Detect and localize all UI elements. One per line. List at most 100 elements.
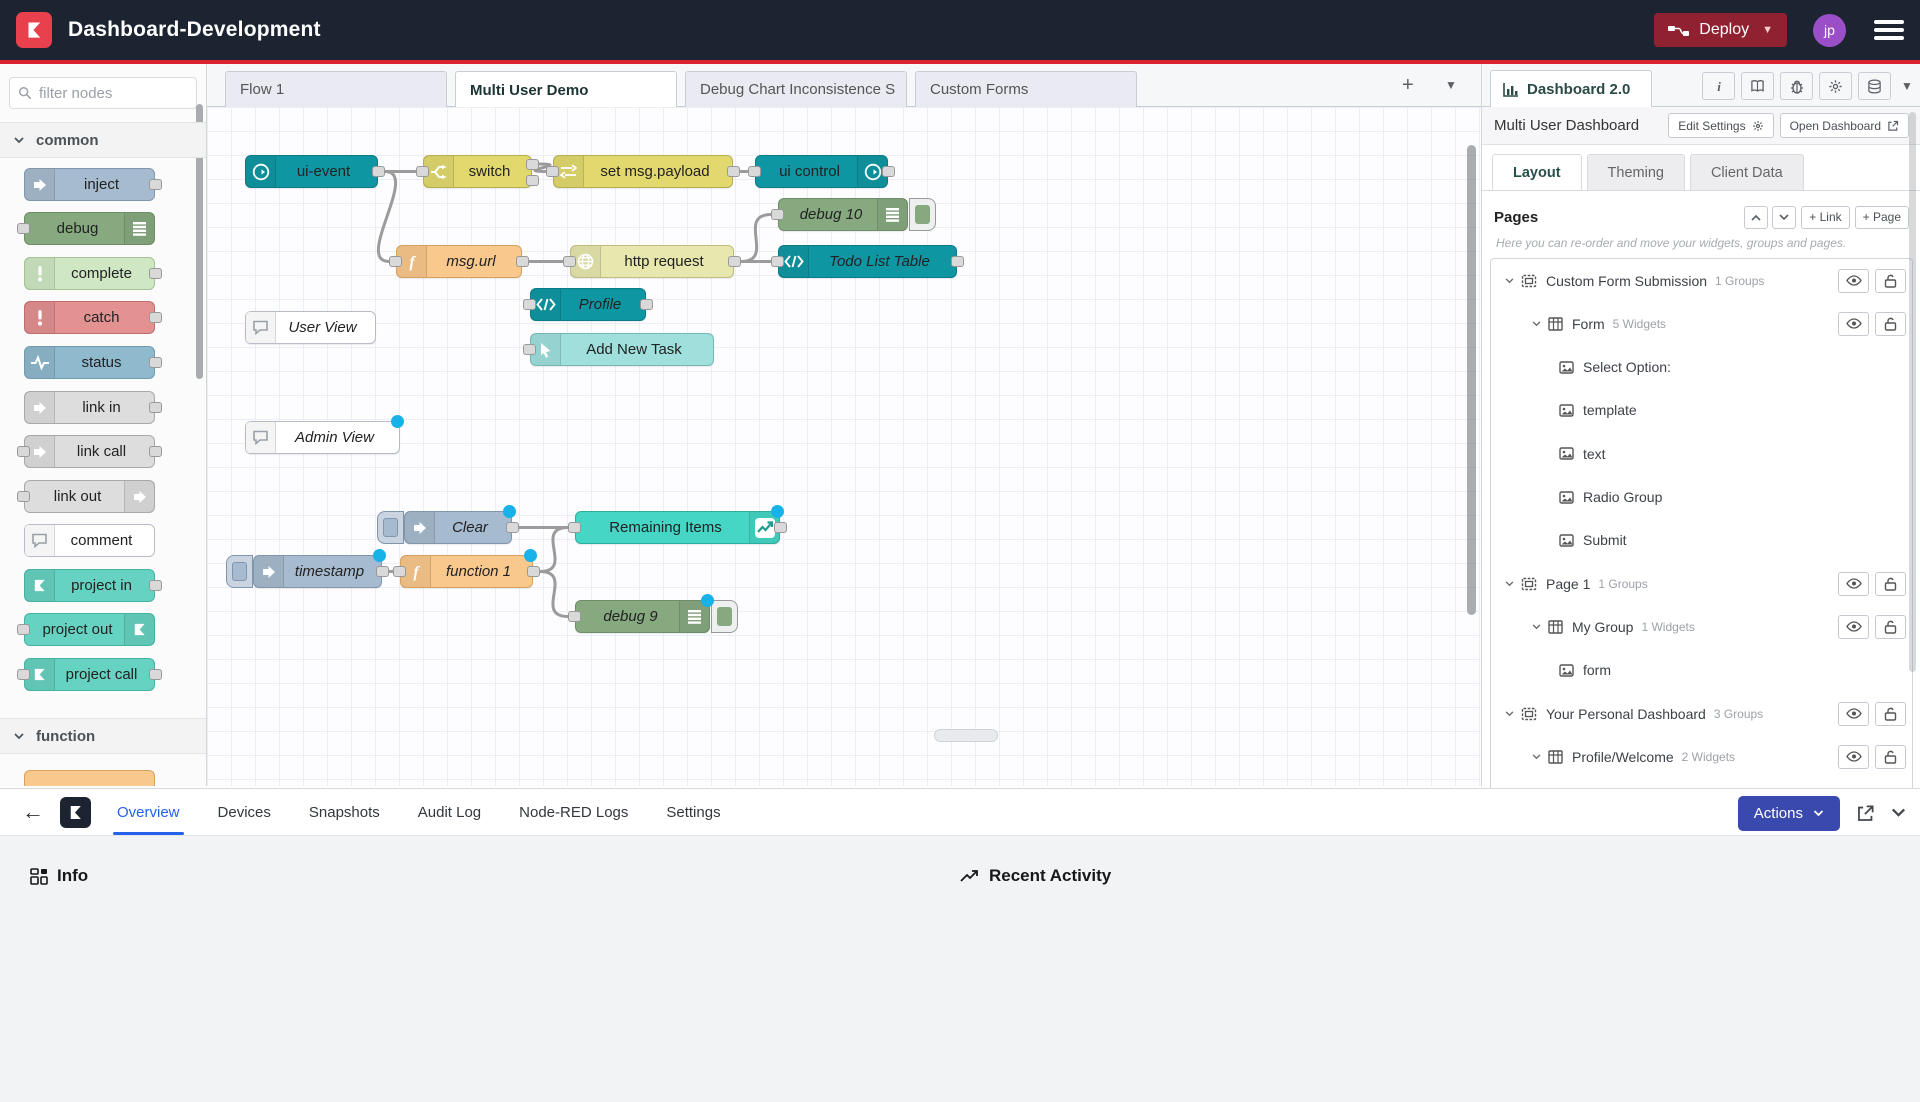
chevron-down-icon[interactable] [1505, 278, 1514, 284]
input-port[interactable] [17, 669, 30, 680]
open-dashboard-button[interactable]: Open Dashboard [1780, 113, 1909, 138]
node-debug10[interactable]: debug 10 [778, 198, 908, 231]
node-set[interactable]: set msg.payload [553, 155, 733, 188]
input-port[interactable] [563, 256, 576, 267]
input-port[interactable] [17, 223, 30, 234]
lock-button[interactable] [1875, 745, 1906, 769]
lock-button[interactable] [1875, 312, 1906, 336]
tree-row-my-group[interactable]: My Group1 Widgets [1491, 605, 1912, 648]
flow-tab-1[interactable]: Flow 1 [225, 71, 447, 107]
node-timestamp[interactable]: timestamp [253, 555, 382, 588]
input-port[interactable] [389, 256, 402, 267]
output-port[interactable] [149, 179, 162, 190]
deploy-button[interactable]: Deploy ▼ [1654, 13, 1787, 47]
node-remaining[interactable]: Remaining Items [575, 511, 780, 544]
node-catch[interactable]: catch [24, 301, 155, 334]
output-port-2[interactable] [526, 175, 539, 186]
output-port[interactable] [149, 669, 162, 680]
output-port[interactable] [774, 522, 787, 533]
node-project-call[interactable]: project call [24, 658, 155, 691]
sidebar-scrollbar[interactable] [1909, 112, 1916, 672]
actions-button[interactable]: Actions [1738, 796, 1840, 831]
node-ui-event[interactable]: ui-event [245, 155, 378, 188]
tree-row-template[interactable]: template [1491, 389, 1912, 432]
chevron-down-icon[interactable] [1532, 754, 1541, 760]
tree-row-radio-group[interactable]: Radio Group [1491, 476, 1912, 519]
flow-tab-3[interactable]: Debug Chart Inconsistence S [685, 71, 907, 107]
lock-button[interactable] [1875, 615, 1906, 639]
tree-row-page-1[interactable]: Page 11 Groups [1491, 562, 1912, 605]
node-inject[interactable]: inject [24, 168, 155, 201]
node-userview[interactable]: User View [245, 311, 376, 344]
input-port[interactable] [523, 344, 536, 355]
visibility-eye-button[interactable] [1838, 702, 1869, 726]
tab-overview[interactable]: Overview [117, 789, 180, 835]
back-button[interactable]: ← [22, 799, 44, 825]
output-port[interactable] [149, 357, 162, 368]
node-item[interactable] [24, 770, 155, 786]
output-port[interactable] [149, 580, 162, 591]
input-port[interactable] [568, 522, 581, 533]
tab-node-red-logs[interactable]: Node-RED Logs [519, 789, 628, 835]
output-port[interactable] [149, 402, 162, 413]
chevron-down-icon[interactable] [1505, 711, 1514, 717]
main-menu-icon[interactable] [1874, 20, 1904, 40]
visibility-eye-button[interactable] [1838, 572, 1869, 596]
context-data-icon[interactable] [1858, 72, 1891, 100]
tab-theming[interactable]: Theming [1587, 154, 1685, 190]
input-port[interactable] [17, 624, 30, 635]
node-link-call[interactable]: link call [24, 435, 155, 468]
tab-snapshots[interactable]: Snapshots [309, 789, 380, 835]
tree-row-custom-form-submission[interactable]: Custom Form Submission1 Groups [1491, 259, 1912, 302]
output-port[interactable] [727, 166, 740, 177]
input-port[interactable] [748, 166, 761, 177]
node-http[interactable]: http request [570, 245, 734, 278]
palette-search[interactable]: filter nodes [9, 77, 197, 109]
input-port[interactable] [546, 166, 559, 177]
flow-tab-2[interactable]: Multi User Demo [455, 71, 677, 108]
node-clear[interactable]: Clear [404, 511, 512, 544]
input-port[interactable] [523, 299, 536, 310]
tab-layout[interactable]: Layout [1492, 154, 1582, 190]
output-port[interactable] [951, 256, 964, 267]
node-addnewtask[interactable]: Add New Task [530, 333, 714, 366]
input-port[interactable] [17, 446, 30, 457]
visibility-eye-button[interactable] [1838, 745, 1869, 769]
input-port[interactable] [416, 166, 429, 177]
node-comment[interactable]: comment [24, 524, 155, 557]
palette-category-common[interactable]: common [0, 122, 206, 158]
input-port[interactable] [771, 209, 784, 220]
tab-settings[interactable]: Settings [666, 789, 720, 835]
node-status[interactable]: status [24, 346, 155, 379]
debug-toggle-button[interactable] [711, 600, 738, 633]
collapse-panel-icon[interactable] [1891, 808, 1906, 818]
deploy-caret-icon[interactable]: ▼ [1762, 24, 1773, 36]
debug-toggle-button[interactable] [909, 198, 936, 231]
sidebar-menu-caret-icon[interactable]: ▼ [1901, 79, 1913, 93]
output-port[interactable] [527, 566, 540, 577]
panel-resize-handle[interactable] [934, 729, 998, 742]
visibility-eye-button[interactable] [1838, 615, 1869, 639]
node-project-in[interactable]: project in [24, 569, 155, 602]
canvas-vscrollbar[interactable] [1467, 145, 1476, 615]
output-port[interactable] [516, 256, 529, 267]
user-avatar[interactable]: jp [1813, 14, 1846, 47]
tree-row-submit[interactable]: Submit [1491, 519, 1912, 562]
lock-button[interactable] [1875, 702, 1906, 726]
tab-dashboard-2[interactable]: Dashboard 2.0 [1490, 70, 1652, 107]
visibility-eye-button[interactable] [1838, 269, 1869, 293]
tab-client-data[interactable]: Client Data [1690, 154, 1804, 190]
tree-row-your-personal-dashboard[interactable]: Your Personal Dashboard3 Groups [1491, 692, 1912, 735]
node-msgurl[interactable]: fmsg.url [396, 245, 522, 278]
add-link-button[interactable]: + Link [1801, 206, 1849, 229]
tree-row-form[interactable]: Form5 Widgets [1491, 302, 1912, 345]
tree-row-text[interactable]: text [1491, 432, 1912, 475]
tree-row-form[interactable]: form [1491, 649, 1912, 692]
visibility-eye-button[interactable] [1838, 312, 1869, 336]
move-up-button[interactable] [1744, 206, 1768, 229]
inject-button[interactable] [377, 511, 404, 544]
node-uicontrol[interactable]: ui control [755, 155, 888, 188]
output-port[interactable] [882, 166, 895, 177]
output-port[interactable] [376, 566, 389, 577]
chevron-down-icon[interactable] [1532, 624, 1541, 630]
